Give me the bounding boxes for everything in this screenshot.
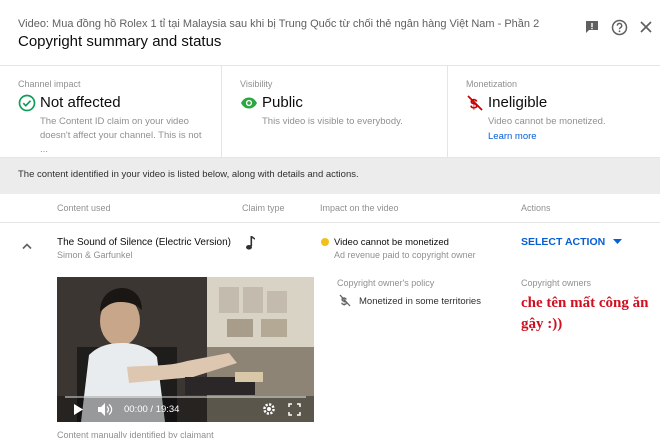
monetization-card: Monetization $ Ineligible Video cannot b… (448, 66, 660, 158)
svg-text:$: $ (470, 96, 478, 112)
info-bar: The content identified in your video is … (0, 158, 660, 194)
claims-table: Content used Claim type Impact on the vi… (0, 194, 660, 438)
header-content-used: Content used (57, 203, 111, 213)
monetization-status: Ineligible (488, 94, 548, 111)
monetization-label: Monetization (466, 79, 518, 89)
check-circle-icon (18, 94, 36, 112)
channel-impact-status: Not affected (40, 94, 121, 111)
impact-text: Video cannot be monetized (334, 237, 449, 248)
visibility-label: Visibility (240, 79, 273, 89)
dialog-header: Video: Mua đồng hồ Rolex 1 tỉ tại Malays… (0, 0, 660, 66)
fullscreen-icon[interactable] (288, 403, 301, 416)
select-action-button[interactable]: SELECT ACTION (521, 236, 623, 248)
header-actions: Actions (521, 203, 551, 213)
music-note-icon (244, 235, 256, 256)
player-controls: 00:00 / 19:34 (57, 396, 314, 422)
policy-value: Monetized in some territories (359, 296, 481, 307)
help-icon[interactable] (609, 17, 629, 37)
video-player[interactable]: 00:00 / 19:34 (57, 277, 314, 422)
policy-label: Copyright owner's policy (337, 278, 435, 288)
visibility-status: Public (262, 94, 303, 111)
channel-impact-description: The Content ID claim on your video doesn… (40, 116, 202, 155)
header-divider (0, 222, 660, 223)
header-claim-type: Claim type (242, 203, 285, 213)
close-icon[interactable] (636, 17, 656, 37)
caret-down-icon (613, 239, 623, 244)
no-money-icon: $ (466, 94, 484, 112)
channel-impact-label: Channel impact (18, 79, 81, 89)
song-title: The Sound of Silence (Electric Version) (57, 237, 231, 248)
summary-panel: Channel impact Not affected The Content … (0, 66, 660, 158)
visibility-card: Visibility Public This video is visible … (222, 66, 448, 158)
song-artist: Simon & Garfunkel (57, 250, 133, 260)
play-icon[interactable] (73, 404, 83, 415)
info-text: The content identified in your video is … (18, 169, 359, 180)
impact-subtext: Ad revenue paid to copyright owner (334, 250, 476, 260)
identification-note: Content manually identified by claimant (57, 430, 214, 438)
eye-icon (240, 94, 258, 112)
feedback-icon[interactable] (582, 17, 602, 37)
video-time: 00:00 / 19:34 (124, 404, 180, 415)
select-action-label: SELECT ACTION (521, 236, 606, 248)
no-money-icon: $ (339, 294, 351, 312)
monetization-description: Video cannot be monetized. (488, 116, 606, 127)
learn-more-link[interactable]: Learn more (488, 131, 537, 142)
channel-impact-card: Channel impact Not affected The Content … (0, 66, 222, 158)
video-title: Video: Mua đồng hồ Rolex 1 tỉ tại Malays… (18, 18, 540, 30)
copyright-owners-label: Copyright owners (521, 278, 592, 288)
dialog-title: Copyright summary and status (18, 33, 222, 50)
owners-overlay-annotation: che tên mất công ăn gậy :)) (521, 295, 649, 332)
settings-gear-icon[interactable] (262, 402, 276, 416)
chevron-up-icon[interactable] (20, 238, 34, 250)
volume-icon[interactable] (98, 403, 113, 416)
impact-status-dot (321, 238, 329, 246)
visibility-description: This video is visible to everybody. (262, 116, 403, 127)
header-impact: Impact on the video (320, 203, 399, 213)
